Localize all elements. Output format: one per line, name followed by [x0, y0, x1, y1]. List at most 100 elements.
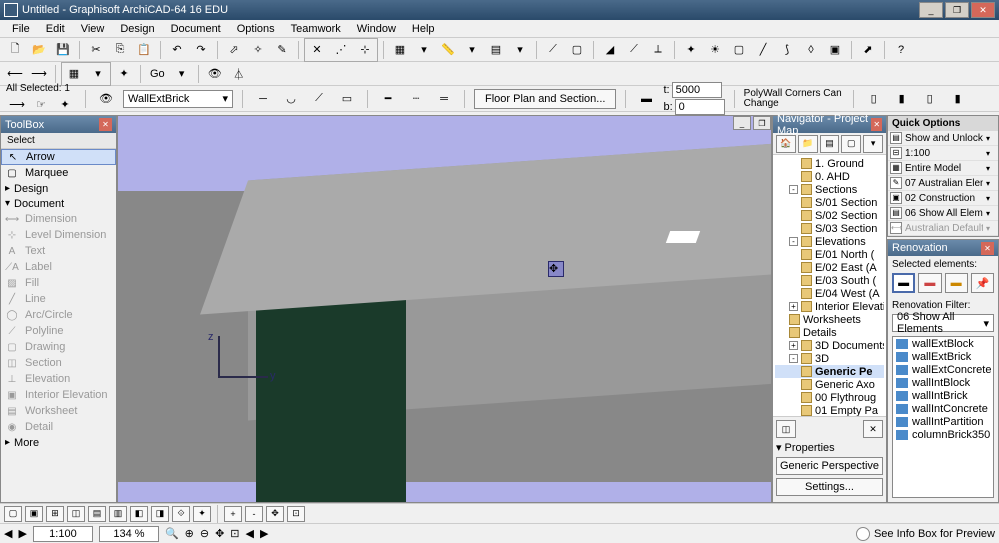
qo-model[interactable]: ▦Entire Model▾: [888, 161, 998, 176]
bt-2[interactable]: ▣: [25, 506, 43, 522]
fwd-icon[interactable]: ⟶: [28, 64, 50, 84]
qo-reno[interactable]: ▤06 Show All Elements▾: [888, 206, 998, 221]
view-dd-icon[interactable]: ▾: [87, 64, 109, 84]
home-icon[interactable]: ⟵: [4, 64, 26, 84]
wall-icon[interactable]: ▬: [635, 89, 657, 109]
snap1-icon[interactable]: ✕: [306, 40, 328, 60]
tool-dimension[interactable]: ⟷Dimension: [1, 211, 116, 227]
sun-icon[interactable]: ☀: [704, 40, 726, 60]
tool-a-icon[interactable]: ◢: [599, 40, 621, 60]
sb-next[interactable]: ▶: [18, 527, 26, 540]
menu-file[interactable]: File: [4, 21, 38, 37]
reno-demo-button[interactable]: ▬: [945, 273, 968, 293]
qo-scale[interactable]: ⊟1:100▾: [888, 146, 998, 161]
sb-zoom1[interactable]: 🔍: [165, 527, 179, 540]
renovation-close-icon[interactable]: ✕: [981, 242, 994, 255]
tree-3d[interactable]: -3D: [775, 352, 884, 365]
geom1-icon[interactable]: ─: [252, 89, 274, 109]
tool-b-icon[interactable]: ⟋: [623, 40, 645, 60]
bt-3[interactable]: ⊞: [46, 506, 64, 522]
tool-section[interactable]: ◫Section: [1, 355, 116, 371]
bt-7[interactable]: ◧: [130, 506, 148, 522]
tree-elevations[interactable]: -Elevations: [775, 235, 884, 248]
tree-generic-axo[interactable]: Generic Axo: [775, 378, 884, 391]
tree-e03[interactable]: E/03 South (: [775, 274, 884, 287]
fav-wallintbrick[interactable]: wallIntBrick: [893, 389, 993, 402]
sb-prev[interactable]: ◀: [4, 527, 12, 540]
star-icon[interactable]: ✦: [113, 64, 135, 84]
nav-tab-project[interactable]: 🏠: [776, 135, 796, 153]
tree-worksheets[interactable]: Worksheets: [775, 313, 884, 326]
tool-text[interactable]: AText: [1, 243, 116, 259]
sel-btn2[interactable]: ☞: [30, 94, 52, 114]
generic-perspective-button[interactable]: Generic Perspective: [776, 457, 883, 475]
snap2-icon[interactable]: ⋰: [330, 40, 352, 60]
redo-icon[interactable]: ↷: [190, 40, 212, 60]
wand-icon[interactable]: ✧: [247, 40, 269, 60]
dim-b-input[interactable]: [675, 99, 725, 115]
zoom-display[interactable]: 134 %: [99, 526, 159, 542]
orbit-icon[interactable]: 👁: [204, 64, 226, 84]
menu-document[interactable]: Document: [163, 21, 229, 37]
tree-generic-perspective[interactable]: Generic Pe: [775, 365, 884, 378]
tool-elevation[interactable]: ⊥Elevation: [1, 371, 116, 387]
nav-tab-layout[interactable]: ▤: [820, 135, 840, 153]
tree-ahd[interactable]: 0. AHD: [775, 170, 884, 183]
3d-viewport[interactable]: ✥ y z _ ❐: [117, 115, 772, 503]
undo-icon[interactable]: ↶: [166, 40, 188, 60]
sb-zoom2[interactable]: ⊕: [185, 527, 194, 540]
qo-dim[interactable]: ⟷Australian Default▾: [888, 221, 998, 236]
bt-1[interactable]: ▢: [4, 506, 22, 522]
bt-zoom-out[interactable]: -: [245, 506, 263, 522]
menu-help[interactable]: Help: [404, 21, 443, 37]
bt-6[interactable]: ▥: [109, 506, 127, 522]
nav-del-icon[interactable]: ✕: [863, 420, 883, 438]
fav-columnbrick[interactable]: columnBrick350: [893, 428, 993, 441]
col4-icon[interactable]: ▮: [947, 89, 969, 109]
sb-zoom3[interactable]: ⊖: [200, 527, 209, 540]
bt-pan[interactable]: ✥: [266, 506, 284, 522]
navigator-title-bar[interactable]: Navigator - Project Map ✕: [773, 116, 886, 133]
sb-pan[interactable]: ✥: [215, 527, 224, 540]
trace-icon[interactable]: ▢: [566, 40, 588, 60]
go-dd-icon[interactable]: ▾: [171, 64, 193, 84]
viewport-min-icon[interactable]: _: [733, 116, 751, 130]
tool-fill[interactable]: ▨Fill: [1, 275, 116, 291]
tree-details[interactable]: Details: [775, 326, 884, 339]
tree-e02[interactable]: E/02 East (A: [775, 261, 884, 274]
tree-ground[interactable]: 1. Ground: [775, 157, 884, 170]
col1-icon[interactable]: ▯: [863, 89, 885, 109]
fav-wallintblock[interactable]: wallIntBlock: [893, 376, 993, 389]
paste-icon[interactable]: 📋: [133, 40, 155, 60]
tool-arc[interactable]: ◯Arc/Circle: [1, 307, 116, 323]
ref3-icon[interactable]: ═: [433, 89, 455, 109]
red-icon[interactable]: ◊: [800, 40, 822, 60]
geom4-icon[interactable]: ▭: [336, 89, 358, 109]
nav-new-icon[interactable]: ◫: [776, 420, 796, 438]
reno-existing-button[interactable]: ▬: [892, 273, 915, 293]
nav-tab-more[interactable]: ▾: [863, 135, 883, 153]
sel-btn3[interactable]: ✦: [54, 94, 76, 114]
col2-icon[interactable]: ▮: [891, 89, 913, 109]
bt-zoom-in[interactable]: +: [224, 506, 242, 522]
menu-edit[interactable]: Edit: [38, 21, 73, 37]
dd2-icon[interactable]: ▾: [461, 40, 483, 60]
menu-teamwork[interactable]: Teamwork: [283, 21, 349, 37]
tool-interior-elevation[interactable]: ▣Interior Elevation: [1, 387, 116, 403]
new-icon[interactable]: 🗋: [4, 40, 26, 60]
tree-e01[interactable]: E/01 North (: [775, 248, 884, 261]
tool-arrow[interactable]: ↖Arrow: [1, 149, 116, 165]
renovation-title[interactable]: Renovation ✕: [888, 240, 998, 256]
help-icon[interactable]: ?: [890, 40, 912, 60]
person-icon[interactable]: ⏃: [228, 64, 250, 84]
reno-new-button[interactable]: ▬: [918, 273, 941, 293]
properties-header[interactable]: ▾ Properties: [776, 441, 883, 454]
fav-wallextconcrete[interactable]: wallExtConcrete: [893, 363, 993, 376]
snap3-icon[interactable]: ⊹: [354, 40, 376, 60]
tree-s01[interactable]: S/01 Section: [775, 196, 884, 209]
tool-line[interactable]: ╱Line: [1, 291, 116, 307]
qo-mvo[interactable]: ▣02 Construction▾: [888, 191, 998, 206]
dd3-icon[interactable]: ▾: [509, 40, 531, 60]
ref1-icon[interactable]: ━: [377, 89, 399, 109]
viewport-max-icon[interactable]: ❐: [753, 116, 771, 130]
